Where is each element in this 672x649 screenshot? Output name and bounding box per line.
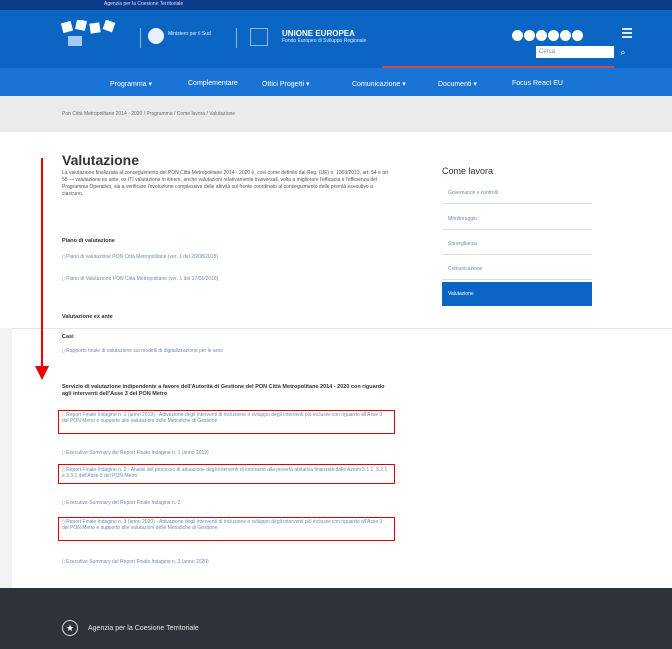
plan-link[interactable]: Piano di valutazione PON Città Metropoli… [62, 254, 218, 260]
ministry-seal-icon [148, 28, 164, 44]
content-divider [0, 328, 672, 329]
sidebar-item-sorveglianza[interactable]: Sorveglianza [442, 233, 592, 255]
plans-heading: Piano di valutazione [62, 238, 115, 244]
eu-title: UNIONE EUROPEA [282, 29, 355, 38]
casi-heading: Casi [62, 334, 74, 340]
header-separator [236, 28, 237, 48]
pon-metro-logo-icon [60, 19, 116, 46]
report-link[interactable]: Executive Summary del Report Finale Inda… [62, 559, 209, 565]
left-shade [0, 328, 12, 588]
main-navigation [0, 68, 672, 96]
sidebar-item-governance[interactable]: Governance e controlli [442, 182, 592, 204]
agency-top-strip: Agenzia per la Coesione Territoriale [0, 0, 672, 10]
rss-icon[interactable] [572, 30, 583, 41]
ministry-logo[interactable]: Ministero per il Sud [148, 28, 218, 44]
footer-agency-name[interactable]: Agenzia per la Coesione Territoriale [88, 625, 199, 632]
nav-programma[interactable]: Programma ▾ [110, 80, 152, 88]
linkedin-icon[interactable] [536, 30, 547, 41]
report-link[interactable]: Report Finale Indagine n. 3 (anno 2020) … [62, 519, 390, 531]
report-link[interactable]: Report Finale Indagine n. 1 (anno 2019) … [62, 412, 390, 424]
search-icon[interactable]: ⌕ [616, 46, 630, 58]
sidebar-item-comunicazione[interactable]: Comunicazione [442, 258, 592, 280]
exante-heading: Valutazione ex ante [62, 314, 113, 320]
twitter-icon[interactable] [524, 30, 535, 41]
social-links [512, 28, 584, 41]
header-separator [140, 28, 141, 48]
report-link[interactable]: Executive Summary del Report Finale Inda… [62, 500, 180, 506]
agency-strip-label: Agenzia per la Coesione Territoriale [104, 1, 184, 7]
casi-link[interactable]: Rapporto finale di valutazione sui model… [62, 348, 223, 354]
nav-complementare[interactable]: Complementare [188, 80, 238, 87]
sidebar-item-monitoraggio[interactable]: Monitoraggio [442, 208, 592, 230]
plan-link[interactable]: Piano di Valutazione PON Città Metropoli… [62, 276, 218, 282]
pon-metro-logo[interactable] [60, 19, 130, 50]
sidebar-item-valutazione[interactable]: Valutazione [442, 282, 592, 306]
eu-subtitle: Fondo Europeo di Sviluppo Regionale [282, 38, 367, 44]
annotation-arrow [41, 158, 43, 368]
nav-documenti[interactable]: Documenti ▾ [438, 80, 477, 88]
ministry-label: Ministero per il Sud [168, 31, 211, 37]
search-input[interactable]: Cerca [536, 46, 614, 58]
menu-icon[interactable] [622, 28, 632, 38]
instagram-icon[interactable] [560, 30, 571, 41]
breadcrumb: Pon Città Metropolitane 2014 - 2020 / Pr… [0, 96, 672, 132]
arrow-down-icon [35, 366, 49, 380]
intro-paragraph: La valutazione finalizzata al conseguime… [62, 170, 389, 197]
service-heading: Servizio di valutazione indipendente a f… [62, 384, 385, 397]
site-footer [0, 588, 672, 649]
nav-progetti[interactable]: Ottici Progetti ▾ [262, 80, 309, 88]
nav-comunicazione[interactable]: Comunicazione ▾ [352, 80, 406, 88]
eu-logo[interactable]: UNIONE EUROPEA Fondo Europeo di Sviluppo… [250, 28, 400, 46]
report-link[interactable]: Executive Summary del Report Finale Inda… [62, 450, 209, 456]
facebook-icon[interactable] [512, 30, 523, 41]
nav-focus-react-eu[interactable]: Focus React EU [512, 80, 563, 87]
breadcrumb-text[interactable]: Pon Città Metropolitane 2014 - 2020 / Pr… [62, 111, 235, 117]
sidebar-title: Come lavora [442, 166, 494, 176]
page-title: Valutazione [62, 152, 140, 168]
youtube-icon[interactable] [548, 30, 559, 41]
republic-emblem-icon: ★ [62, 620, 78, 636]
report-link[interactable]: Report Finale Indagine n. 2 - Analisi de… [62, 467, 390, 479]
eu-flag-icon [250, 28, 268, 46]
